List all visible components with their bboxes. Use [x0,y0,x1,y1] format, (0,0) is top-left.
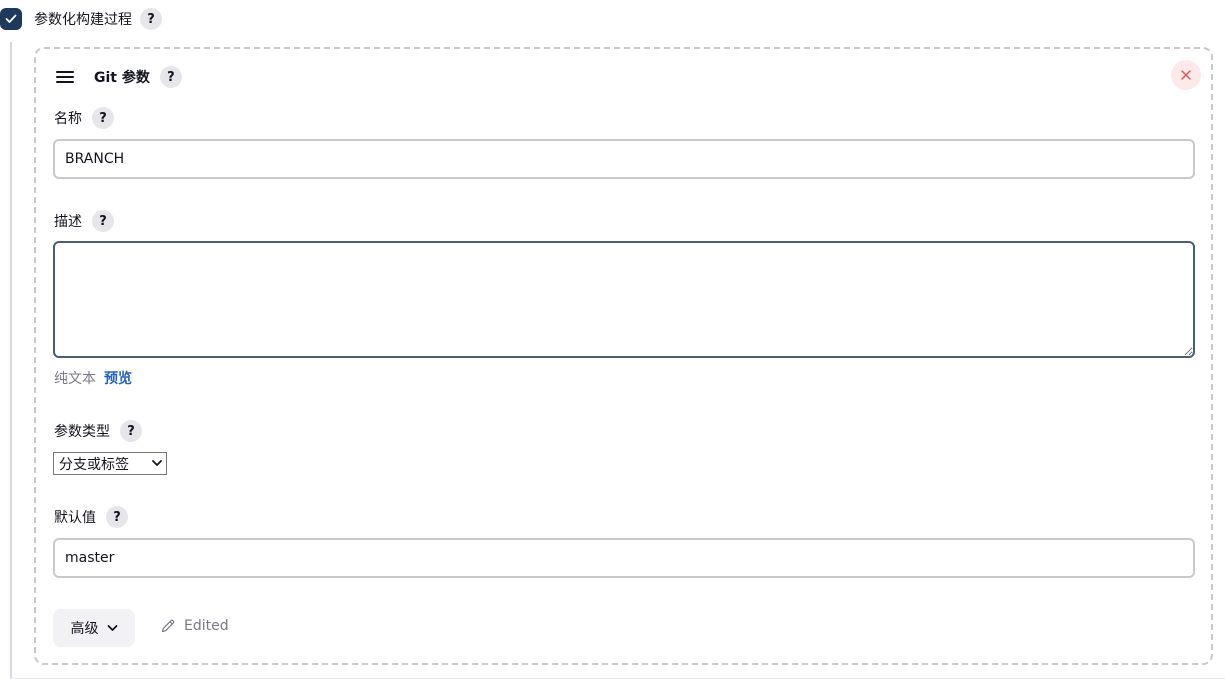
default-value-label: 默认值 [54,510,96,526]
default-value-help-icon[interactable]: ? [106,506,128,528]
name-label-row: 名称 ? [54,107,114,129]
card-help-icon[interactable]: ? [159,66,182,88]
close-button[interactable] [1171,60,1201,90]
chevron-down-icon [107,625,117,631]
edited-indicator: Edited [160,618,229,634]
default-value-label-row: 默认值 ? [54,506,128,528]
param-type-help-icon[interactable]: ? [120,420,142,442]
drag-handle-icon[interactable] [56,71,74,83]
close-icon [1181,70,1191,80]
name-input[interactable] [53,139,1195,179]
description-label: 描述 [54,214,82,230]
advanced-button[interactable]: 高级 [53,609,135,647]
parameterized-help-icon[interactable]: ? [140,8,162,30]
section-guide-line [10,42,12,679]
param-type-select[interactable]: 分支或标签 [53,452,167,475]
edited-label: Edited [184,618,229,634]
param-type-label-row: 参数类型 ? [54,420,142,442]
chevron-down-icon [152,460,162,466]
parameterized-label: 参数化构建过程 [34,12,132,28]
pencil-icon [161,619,175,633]
description-textarea[interactable] [53,241,1195,358]
parameterized-checkbox[interactable] [0,8,22,30]
parameterized-row: 参数化构建过程 ? [0,7,162,31]
name-help-icon[interactable]: ? [92,107,114,129]
param-type-label: 参数类型 [54,424,110,440]
checkmark-icon [5,14,17,23]
preview-link[interactable]: 预览 [104,368,132,388]
plain-text-label: 纯文本 [54,371,96,387]
description-format-row: 纯文本 预览 [54,368,132,388]
name-label: 名称 [54,111,82,127]
git-parameter-card: Git 参数 ? 名称 ? 描述 ? 纯文本 预览 参数类型 ? 分支或标签 默… [34,47,1213,665]
advanced-label: 高级 [70,621,99,637]
card-header: Git 参数 ? [56,65,182,89]
param-type-selected: 分支或标签 [59,456,129,473]
card-title: Git 参数 [94,70,150,86]
default-value-input[interactable] [53,538,1195,578]
description-help-icon[interactable]: ? [92,210,114,232]
description-label-row: 描述 ? [54,210,114,232]
